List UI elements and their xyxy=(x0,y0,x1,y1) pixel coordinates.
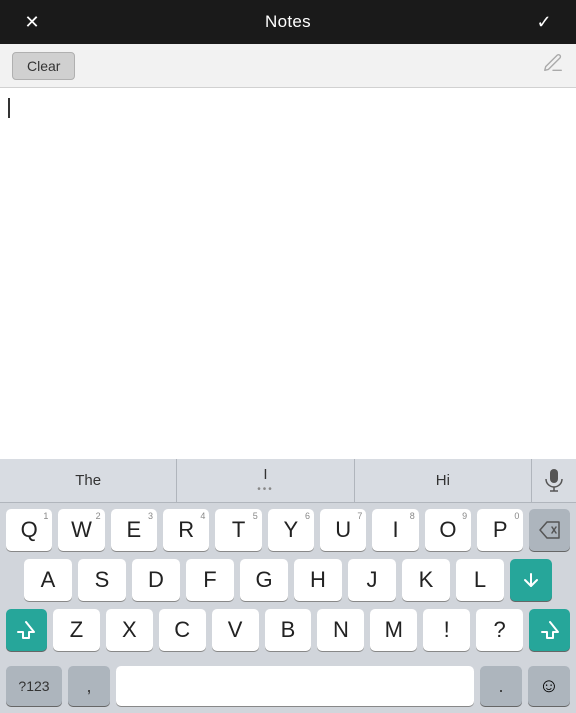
key-y[interactable]: 6Y xyxy=(268,509,314,551)
key-k[interactable]: K xyxy=(402,559,450,601)
key-v[interactable]: V xyxy=(212,609,259,651)
shift-button-left[interactable] xyxy=(6,609,47,651)
suggestion-label: I xyxy=(263,466,267,483)
suggestion-i[interactable]: I ••• xyxy=(177,459,354,502)
space-key[interactable] xyxy=(116,666,474,706)
key-b[interactable]: B xyxy=(265,609,312,651)
suggestion-hi[interactable]: Hi xyxy=(355,459,532,502)
backspace-button[interactable] xyxy=(529,509,570,551)
key-l[interactable]: L xyxy=(456,559,504,601)
key-i[interactable]: 8I xyxy=(372,509,418,551)
suggestion-the[interactable]: The xyxy=(0,459,177,502)
key-row-3: Z X C V B N M ! ? xyxy=(3,609,573,651)
key-row-1: 1Q 2W 3E 4R 5T 6Y 7U 8I 9O 0P xyxy=(3,509,573,551)
enter-button[interactable] xyxy=(510,559,552,601)
keyboard: The I ••• Hi 1Q 2W 3E 4R 5T 6Y 7U xyxy=(0,459,576,713)
confirm-button[interactable]: ✓ xyxy=(528,6,560,38)
suggestion-label: Hi xyxy=(436,472,450,489)
key-z[interactable]: Z xyxy=(53,609,100,651)
key-u[interactable]: 7U xyxy=(320,509,366,551)
key-rows: 1Q 2W 3E 4R 5T 6Y 7U 8I 9O 0P A S D F xyxy=(0,503,576,663)
key-x[interactable]: X xyxy=(106,609,153,651)
suggestion-label: The xyxy=(75,472,101,489)
key-d[interactable]: D xyxy=(132,559,180,601)
key-t[interactable]: 5T xyxy=(215,509,261,551)
close-button[interactable]: ✕ xyxy=(16,6,48,38)
suggestion-dots: ••• xyxy=(257,484,274,495)
key-a[interactable]: A xyxy=(24,559,72,601)
shift-button-right[interactable] xyxy=(529,609,570,651)
clear-button[interactable]: Clear xyxy=(12,52,75,80)
key-s[interactable]: S xyxy=(78,559,126,601)
key-w[interactable]: 2W xyxy=(58,509,104,551)
key-h[interactable]: H xyxy=(294,559,342,601)
toolbar: Clear xyxy=(0,44,576,88)
page-title: Notes xyxy=(265,12,311,32)
key-p[interactable]: 0P xyxy=(477,509,523,551)
comma-key[interactable]: , xyxy=(68,666,110,706)
key-r[interactable]: 4R xyxy=(163,509,209,551)
title-bar: ✕ Notes ✓ xyxy=(0,0,576,44)
key-o[interactable]: 9O xyxy=(425,509,471,551)
emoji-button[interactable]: ☺ xyxy=(528,666,570,706)
microphone-button[interactable] xyxy=(532,459,576,502)
period-key[interactable]: . xyxy=(480,666,522,706)
key-m[interactable]: M xyxy=(370,609,417,651)
key-q[interactable]: 1Q xyxy=(6,509,52,551)
bottom-row: ?123 , . ☺ xyxy=(0,663,576,713)
key-c[interactable]: C xyxy=(159,609,206,651)
text-cursor xyxy=(8,98,10,118)
key-j[interactable]: J xyxy=(348,559,396,601)
key-f[interactable]: F xyxy=(186,559,234,601)
notes-area[interactable] xyxy=(0,88,576,459)
numbers-button[interactable]: ?123 xyxy=(6,666,62,706)
edit-icon[interactable] xyxy=(542,52,564,80)
key-exclaim[interactable]: ! xyxy=(423,609,470,651)
key-n[interactable]: N xyxy=(317,609,364,651)
key-g[interactable]: G xyxy=(240,559,288,601)
key-row-2: A S D F G H J K L xyxy=(3,559,573,601)
suggestions-bar: The I ••• Hi xyxy=(0,459,576,503)
key-e[interactable]: 3E xyxy=(111,509,157,551)
key-question[interactable]: ? xyxy=(476,609,523,651)
